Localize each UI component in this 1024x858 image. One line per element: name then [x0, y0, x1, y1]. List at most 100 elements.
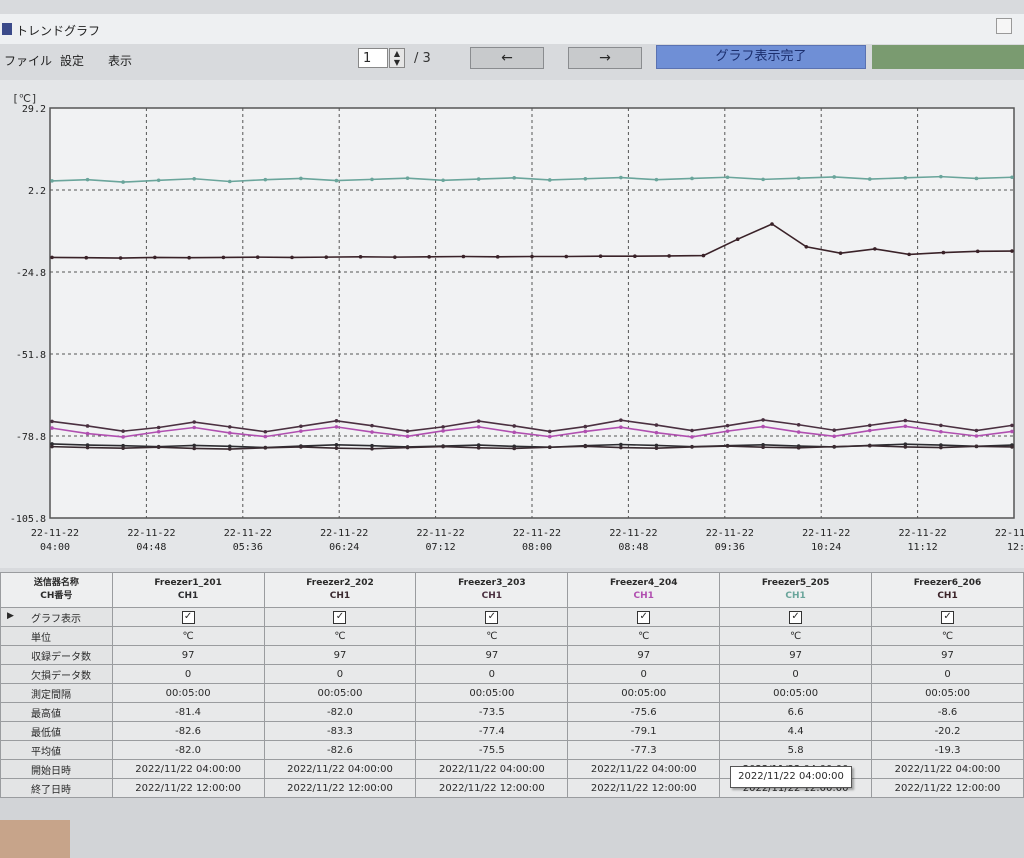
data-point: [192, 425, 197, 430]
data-point: [583, 429, 588, 434]
table-row: 測定間隔 00:05:00 00:05:00 00:05:00 00:05:00 00:0…: [0, 683, 1024, 703]
graph-visible-checkbox[interactable]: ✓: [789, 610, 803, 624]
data-point: [50, 255, 54, 260]
table-cell: -77.4: [415, 721, 569, 741]
date-tooltip: 2022/11/22 04:00:00: [730, 766, 852, 788]
data-point: [85, 431, 90, 436]
x-tick-date: 22-11-22: [320, 528, 368, 539]
menu-settings[interactable]: 設定: [60, 52, 84, 69]
data-point: [735, 237, 740, 241]
data-point: [85, 177, 90, 182]
table-cell: -8.6: [871, 702, 1024, 722]
table-cell: 0: [719, 664, 873, 684]
table-cell: ℃: [111, 626, 265, 646]
data-point: [476, 446, 481, 450]
data-point: [156, 178, 161, 183]
transmitter-name: Freezer1_201: [154, 578, 222, 588]
row-label: 最高値: [0, 702, 113, 722]
y-tick-label: -78.8: [16, 432, 46, 443]
data-point: [512, 430, 517, 435]
data-point: [939, 423, 943, 428]
row-label: 収録データ数: [0, 645, 113, 665]
data-point: [796, 422, 801, 427]
table-cell: 2022/11/22 04:00:00: [567, 759, 721, 779]
data-point: [832, 434, 837, 439]
next-page-button[interactable]: →: [568, 47, 642, 69]
graph-visible-checkbox[interactable]: ✓: [941, 610, 955, 624]
page-number-input[interactable]: 1: [358, 48, 388, 68]
table-row: 欠損データ数 0 0 0 0 0 0: [0, 664, 1024, 684]
data-point: [832, 175, 837, 179]
data-point: [255, 255, 260, 259]
data-point: [370, 423, 374, 428]
x-tick-time: 11:12: [908, 542, 938, 553]
table-cell: 00:05:00: [263, 683, 417, 703]
data-point: [725, 423, 730, 428]
data-point: [299, 429, 303, 433]
graph-visible-cell: ✓: [567, 607, 721, 627]
x-tick-date: 22-11-22: [995, 528, 1024, 539]
data-point: [796, 430, 801, 434]
data-point: [547, 178, 552, 182]
table-cell: 2022/11/22 04:00:00: [263, 759, 417, 779]
x-tick-date: 22-11-22: [899, 528, 947, 539]
data-point: [690, 428, 694, 433]
table-row: 開始日時 2022/11/22 04:00:00 2022/11/22 04:00:…: [0, 759, 1024, 779]
spin-down-icon[interactable]: ▼: [390, 58, 404, 67]
data-point: [85, 445, 90, 450]
data-point: [975, 249, 980, 254]
table-cell: 97: [567, 645, 721, 665]
prev-page-button[interactable]: ←: [470, 47, 544, 69]
channel-number: CH1: [937, 591, 958, 601]
row-label-text: 終了日時: [31, 784, 71, 796]
table-cell: 00:05:00: [567, 683, 721, 703]
table-cell: 0: [871, 664, 1024, 684]
menu-file[interactable]: ファイル: [4, 52, 52, 69]
graph-visible-checkbox[interactable]: ✓: [181, 610, 195, 624]
y-tick-label: -51.8: [16, 350, 46, 361]
data-point: [227, 431, 232, 435]
data-point: [564, 254, 569, 259]
data-point: [583, 424, 588, 429]
table-cell: 2022/11/22 04:00:00: [415, 759, 569, 779]
x-tick-time: 09:36: [715, 542, 745, 553]
status-strip: [0, 798, 1024, 858]
data-point: [227, 425, 232, 429]
maximize-button[interactable]: [996, 18, 1012, 34]
graph-visible-cell: ✓: [111, 607, 265, 627]
table-row: 終了日時 2022/11/22 12:00:00 2022/11/22 12:00:…: [0, 778, 1024, 798]
spin-up-icon[interactable]: ▲: [390, 49, 404, 58]
data-point: [974, 434, 979, 438]
table-row: 最低値 -82.6 -83.3 -77.4 -79.1 4.4 -20.2: [0, 721, 1024, 741]
data-point: [903, 418, 908, 423]
graph-visible-checkbox[interactable]: ✓: [333, 610, 347, 624]
table-cell: -81.4: [111, 702, 265, 722]
row-label-text: グラフ表示: [31, 613, 81, 625]
table-header-row: 送信器名称 CH番号 Freezer1_201 CH1 Freezer2_202 CH1…: [0, 572, 1024, 608]
data-point: [939, 174, 943, 179]
y-tick-label: -105.8: [10, 514, 46, 525]
table-cell: 2022/11/22 12:00:00: [263, 778, 417, 798]
data-point: [598, 254, 603, 259]
table-cell: -82.6: [263, 740, 417, 760]
menu-view[interactable]: 表示: [108, 52, 132, 69]
data-point: [441, 178, 445, 183]
trend-chart-panel: [℃] 29.2 2.2 -24.8 -51.8 -78.8 -105.8 22-11-22 0…: [0, 80, 1024, 568]
page-total: / 3: [414, 51, 431, 66]
graph-visible-checkbox[interactable]: ✓: [485, 610, 499, 624]
data-point: [939, 429, 943, 434]
channel-number: CH1: [329, 591, 351, 601]
data-point: [796, 176, 801, 180]
data-point: [299, 424, 303, 429]
data-point: [690, 445, 694, 449]
transmitter-name: Freezer6_206: [913, 578, 982, 588]
page-spinner[interactable]: ▲ ▼: [389, 48, 405, 68]
row-label: 終了日時: [0, 778, 113, 798]
table-row: 最高値 -81.4 -82.0 -73.5 -75.6 6.6 -8.6: [0, 702, 1024, 722]
data-point: [476, 177, 481, 181]
channel-stats-table-container: 送信器名称 CH番号 Freezer1_201 CH1 Freezer2_202 CH1…: [0, 572, 1024, 798]
data-point: [512, 446, 517, 451]
data-point: [50, 444, 54, 449]
graph-visible-checkbox[interactable]: ✓: [637, 610, 651, 624]
table-cell: 2022/11/22 12:00:00: [871, 778, 1024, 798]
